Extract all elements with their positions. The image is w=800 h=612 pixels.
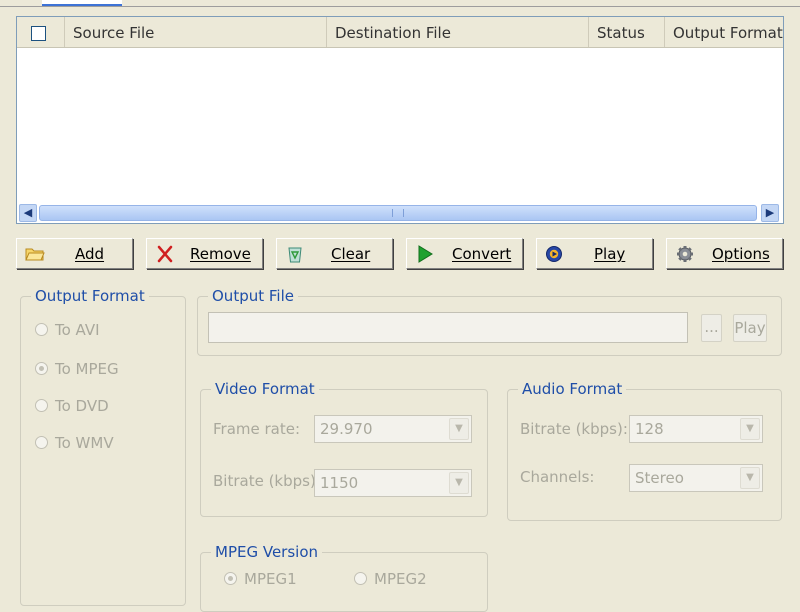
output-format-title: Output Format <box>31 287 149 305</box>
scroll-left-button[interactable]: ◀ <box>19 204 37 222</box>
chevron-down-icon[interactable]: ▼ <box>740 467 760 489</box>
column-status[interactable]: Status <box>589 17 665 47</box>
frame-rate-value: 29.970 <box>320 420 373 438</box>
list-header: Source File Destination File Status Outp… <box>17 17 783 48</box>
radio-button[interactable] <box>35 399 48 412</box>
radio-button[interactable] <box>35 323 48 336</box>
select-all-checkbox[interactable] <box>31 26 46 41</box>
options-label: Options <box>712 245 770 263</box>
play-arrow-icon <box>418 245 433 263</box>
remove-button[interactable]: Remove <box>146 238 263 269</box>
column-source-file[interactable]: Source File <box>65 17 327 47</box>
output-file-title: Output File <box>208 287 298 305</box>
output-file-input[interactable] <box>208 312 688 343</box>
audio-format-group: Audio Format Bitrate (kbps): 128 ▼ Chann… <box>507 380 782 521</box>
frame-rate-select[interactable]: 29.970 ▼ <box>314 415 472 443</box>
play-button[interactable]: Play <box>536 238 653 269</box>
radio-label: To DVD <box>55 397 109 415</box>
gear-icon <box>677 246 693 262</box>
horizontal-scrollbar[interactable]: ◀ ▶ <box>17 203 783 223</box>
mpeg-version-group: MPEG Version MPEG1 MPEG2 <box>200 543 488 612</box>
output-format-group: Output Format To AVI To MPEG To DVD To W… <box>20 287 186 606</box>
audio-format-title: Audio Format <box>518 380 627 398</box>
output-file-group: Output File ... Play <box>197 287 782 356</box>
audio-bitrate-label: Bitrate (kbps): <box>520 420 628 438</box>
video-bitrate-select[interactable]: 1150 ▼ <box>314 469 472 497</box>
play-label: Play <box>594 245 626 263</box>
radio-button-selected[interactable] <box>224 572 237 585</box>
chevron-down-icon[interactable]: ▼ <box>449 418 469 440</box>
radio-label: MPEG2 <box>374 570 427 588</box>
convert-label: Convert <box>452 245 512 263</box>
convert-button[interactable]: Convert <box>406 238 523 269</box>
column-output-format[interactable]: Output Format <box>665 17 783 47</box>
add-button[interactable]: Add <box>16 238 133 269</box>
file-list[interactable]: Source File Destination File Status Outp… <box>16 16 784 224</box>
mpeg-version-title: MPEG Version <box>211 543 323 561</box>
radio-button[interactable] <box>35 436 48 449</box>
output-play-button[interactable]: Play <box>733 314 767 342</box>
recycle-bin-icon <box>288 247 302 263</box>
channels-select[interactable]: Stereo ▼ <box>629 464 763 492</box>
remove-x-icon <box>157 245 173 263</box>
scroll-thumb[interactable] <box>39 205 757 221</box>
add-label: Add <box>75 245 105 263</box>
column-destination-file[interactable]: Destination File <box>327 17 589 47</box>
select-all-header[interactable] <box>17 17 65 47</box>
video-format-group: Video Format Frame rate: 29.970 ▼ Bitrat… <box>200 380 488 517</box>
audio-bitrate-value: 128 <box>635 420 664 438</box>
video-bitrate-value: 1150 <box>320 474 359 492</box>
clear-label: Clear <box>331 245 371 263</box>
channels-value: Stereo <box>635 469 684 487</box>
radio-label: To AVI <box>55 321 100 339</box>
radio-label: To MPEG <box>55 360 119 378</box>
scroll-right-button[interactable]: ▶ <box>761 204 779 222</box>
media-player-icon <box>546 246 562 262</box>
channels-label: Channels: <box>520 468 595 486</box>
radio-label: MPEG1 <box>244 570 297 588</box>
video-format-title: Video Format <box>211 380 319 398</box>
chevron-down-icon[interactable]: ▼ <box>740 418 760 440</box>
chevron-right-icon: ▶ <box>765 206 775 219</box>
folder-icon <box>25 248 45 261</box>
chevron-left-icon: ◀ <box>23 206 33 219</box>
chevron-down-icon[interactable]: ▼ <box>449 472 469 494</box>
radio-button-selected[interactable] <box>35 362 48 375</box>
remove-label: Remove <box>190 245 251 263</box>
audio-bitrate-select[interactable]: 128 ▼ <box>629 415 763 443</box>
video-bitrate-label: Bitrate (kbps): <box>213 472 321 490</box>
grip-icon <box>392 209 404 217</box>
radio-button[interactable] <box>354 572 367 585</box>
clear-button[interactable]: Clear <box>276 238 393 269</box>
radio-label: To WMV <box>55 434 114 452</box>
options-button[interactable]: Options <box>666 238 783 269</box>
frame-rate-label: Frame rate: <box>213 420 301 438</box>
top-divider <box>0 6 800 7</box>
browse-button[interactable]: ... <box>701 314 722 342</box>
